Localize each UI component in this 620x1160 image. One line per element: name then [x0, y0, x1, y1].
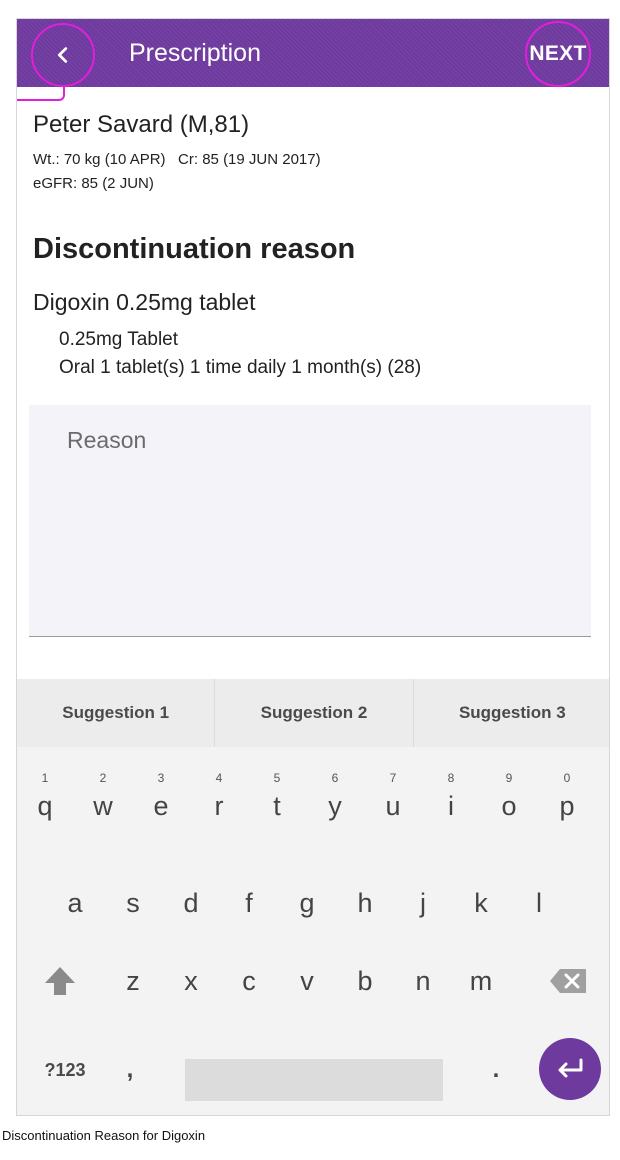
key-o[interactable]: 9o	[483, 769, 535, 829]
backspace-icon	[550, 969, 586, 993]
reason-placeholder: Reason	[67, 427, 147, 453]
enter-key[interactable]	[539, 1038, 601, 1100]
key-e[interactable]: 3e	[135, 769, 187, 829]
shift-key[interactable]	[25, 951, 95, 1011]
patient-weight-creatinine: Wt.: 70 kg (10 APR) Cr: 85 (19 JUN 2017)	[33, 151, 321, 168]
key-j[interactable]: j	[397, 873, 449, 933]
key-t[interactable]: 5t	[251, 769, 303, 829]
suggestion-bar: Suggestion 1 Suggestion 2 Suggestion 3	[17, 679, 609, 747]
next-button[interactable]: NEXT	[525, 21, 591, 87]
key-y[interactable]: 6y	[309, 769, 361, 829]
key-n[interactable]: n	[397, 951, 449, 1011]
key-l[interactable]: l	[513, 873, 565, 933]
suggestion-1[interactable]: Suggestion 1	[17, 679, 214, 747]
patient-name: Peter Savard (M,81)	[33, 111, 250, 138]
key-q[interactable]: 1q	[19, 769, 71, 829]
key-v[interactable]: v	[281, 951, 333, 1011]
page-title: Prescription	[129, 39, 261, 67]
key-x[interactable]: x	[165, 951, 217, 1011]
key-k[interactable]: k	[455, 873, 507, 933]
spacebar[interactable]	[185, 1059, 443, 1101]
figure-caption: Discontinuation Reason for Digoxin	[2, 1128, 206, 1143]
phone-screen: Prescription NEXT Peter Savard (M,81) Wt…	[16, 18, 610, 1116]
app-bar: Prescription NEXT	[17, 19, 609, 87]
soft-keyboard: Suggestion 1 Suggestion 2 Suggestion 3 1…	[17, 679, 609, 1115]
period-key[interactable]: .	[471, 1045, 521, 1095]
section-title: Discontinuation reason	[33, 233, 356, 265]
drug-sig: Oral 1 tablet(s) 1 time daily 1 month(s)…	[59, 357, 422, 378]
key-m[interactable]: m	[455, 951, 507, 1011]
backspace-key[interactable]	[533, 951, 603, 1011]
symbols-key[interactable]: ?123	[25, 1045, 105, 1095]
shift-arrow-icon	[45, 967, 75, 995]
key-a[interactable]: a	[49, 873, 101, 933]
hotspot-connector	[17, 85, 65, 101]
drug-form: 0.25mg Tablet	[59, 329, 179, 350]
key-p[interactable]: 0p	[541, 769, 593, 829]
patient-egfr: eGFR: 85 (2 JUN)	[33, 175, 154, 192]
key-u[interactable]: 7u	[367, 769, 419, 829]
key-d[interactable]: d	[165, 873, 217, 933]
key-f[interactable]: f	[223, 873, 275, 933]
enter-return-icon	[558, 1058, 583, 1078]
chevron-left-icon	[57, 47, 68, 63]
reason-input[interactable]: Reason	[29, 405, 591, 637]
key-h[interactable]: h	[339, 873, 391, 933]
key-b[interactable]: b	[339, 951, 391, 1011]
key-s[interactable]: s	[107, 873, 159, 933]
key-r[interactable]: 4r	[193, 769, 245, 829]
suggestion-2[interactable]: Suggestion 2	[214, 679, 412, 747]
key-g[interactable]: g	[281, 873, 333, 933]
key-i[interactable]: 8i	[425, 769, 477, 829]
drug-name: Digoxin 0.25mg tablet	[33, 289, 256, 315]
suggestion-3[interactable]: Suggestion 3	[412, 679, 609, 747]
comma-key[interactable]: ,	[105, 1045, 155, 1095]
key-c[interactable]: c	[223, 951, 275, 1011]
back-button[interactable]	[31, 23, 95, 87]
key-w[interactable]: 2w	[77, 769, 129, 829]
key-z[interactable]: z	[107, 951, 159, 1011]
